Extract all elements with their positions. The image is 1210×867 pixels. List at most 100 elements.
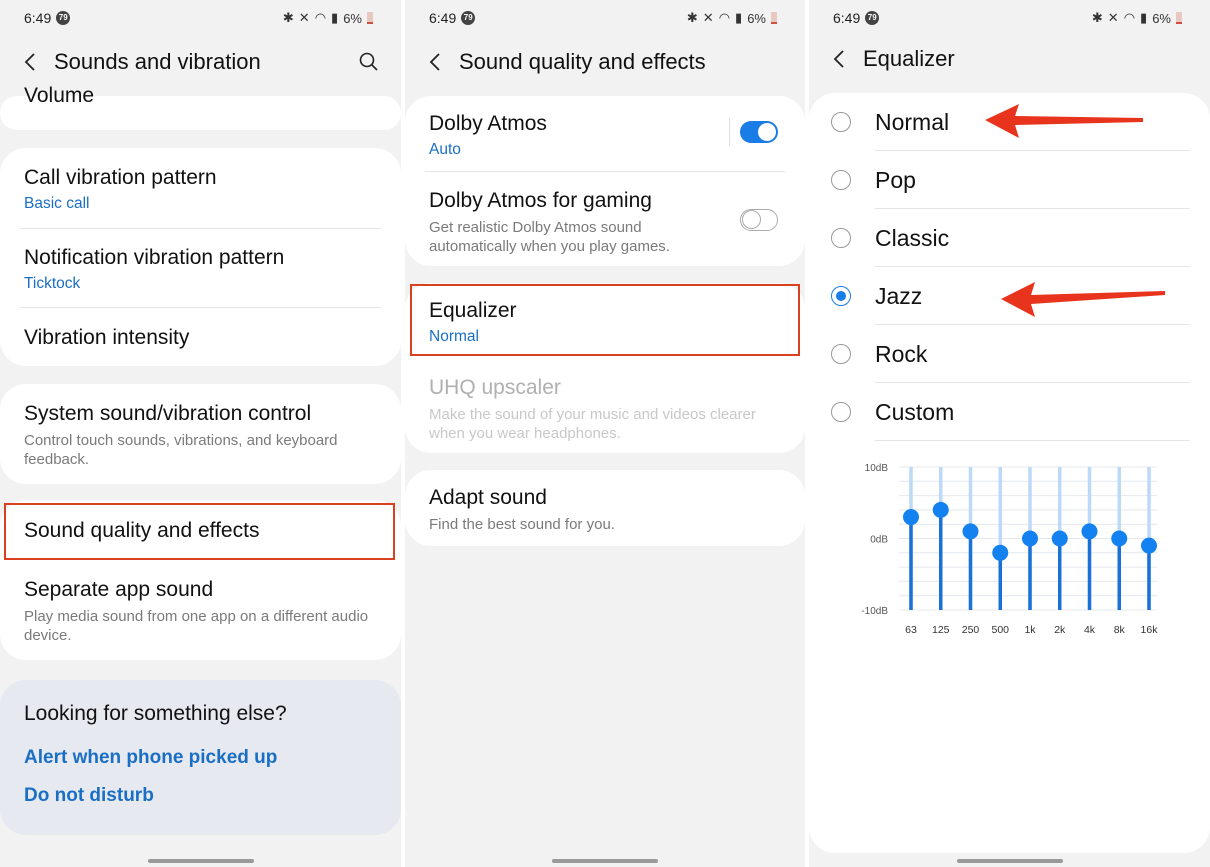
item-title: Separate app sound — [24, 578, 214, 601]
mute-icon: ✕ — [1107, 10, 1119, 25]
radio-button-selected[interactable] — [831, 286, 851, 306]
system-sound-vibration-control-item[interactable]: System sound/vibration control Control t… — [24, 402, 381, 469]
battery-icon — [367, 12, 373, 24]
dolby-atmos-toggle[interactable] — [740, 121, 778, 143]
preset-pop[interactable]: Pop — [809, 151, 1210, 209]
adapt-sound-item[interactable]: Adapt sound Find the best sound for you. — [429, 486, 785, 534]
back-button[interactable] — [425, 52, 445, 72]
suggestions-card: Looking for something else? Alert when p… — [0, 680, 401, 835]
band-handle-125[interactable] — [932, 501, 949, 518]
bluetooth-icon: ✱ — [282, 10, 294, 25]
bluetooth-icon: ✱ — [1091, 10, 1103, 25]
item-title: UHQ upscaler — [429, 376, 561, 399]
band-handle-250[interactable] — [962, 523, 979, 540]
notification-badge: 79 — [865, 11, 880, 25]
toggle-knob — [742, 210, 761, 229]
x-tick-label: 63 — [905, 624, 917, 636]
mute-icon: ✕ — [702, 10, 714, 25]
band-handle-63[interactable] — [903, 509, 919, 526]
band-handle-500[interactable] — [992, 544, 1009, 561]
uhq-upscaler-item: UHQ upscaler Make the sound of your musi… — [429, 376, 785, 443]
app-bar: Sounds and vibration — [20, 42, 381, 82]
battery-percent: 6% — [747, 10, 766, 26]
vibration-card: Call vibration pattern Basic call Notifi… — [0, 148, 401, 366]
back-button[interactable] — [20, 52, 40, 72]
y-tick-label: -10dB — [861, 606, 888, 617]
status-bar: 6:49 79 ✱ ✕ ◠ ▮ 6% — [429, 8, 777, 28]
wifi-icon: ◠ — [1123, 10, 1136, 25]
battery-icon — [1176, 12, 1182, 24]
preset-jazz[interactable]: Jazz — [809, 267, 1210, 325]
preset-custom[interactable]: Custom — [809, 383, 1210, 441]
preset-label: Custom — [875, 398, 955, 425]
status-bar: 6:49 79 ✱ ✕ ◠ ▮ 6% — [833, 8, 1182, 28]
battery-percent: 6% — [343, 10, 362, 26]
x-tick-label: 125 — [932, 624, 950, 636]
x-tick-label: 250 — [962, 624, 980, 636]
item-title: Dolby Atmos — [429, 112, 547, 135]
equalizer-chart: 10dB 0dB -10dB 63 125 250 500 1k 2k 4k 8k 16k — [861, 463, 1159, 636]
item-title: Notification vibration pattern — [24, 246, 285, 269]
home-indicator[interactable] — [147, 859, 254, 863]
x-tick-label: 4k — [1084, 624, 1096, 636]
band-handle-8k[interactable] — [1111, 530, 1128, 547]
home-indicator[interactable] — [956, 859, 1063, 863]
x-tick-label: 8k — [1114, 624, 1126, 636]
separate-app-sound-item[interactable]: Separate app sound Play media sound from… — [24, 578, 381, 645]
wifi-icon: ◠ — [718, 10, 731, 25]
item-title: System sound/vibration control — [24, 402, 312, 425]
wifi-icon: ◠ — [314, 10, 327, 25]
x-tick-label: 1k — [1024, 624, 1036, 636]
band-handle-2k[interactable] — [1051, 530, 1068, 547]
item-description: Find the best sound for you. — [429, 516, 615, 533]
x-tick-label: 2k — [1054, 624, 1066, 636]
item-description: Make the sound of your music and videos … — [429, 406, 756, 442]
band-handle-4k[interactable] — [1081, 523, 1098, 540]
adapt-sound-card: Adapt sound Find the best sound for you. — [405, 470, 805, 546]
home-indicator[interactable] — [552, 859, 658, 863]
page-title: Sounds and vibration — [54, 49, 261, 74]
dolby-atmos-gaming-toggle[interactable] — [740, 209, 778, 231]
x-tick-label: 500 — [991, 624, 1009, 636]
search-icon[interactable] — [357, 50, 381, 74]
radio-button[interactable] — [831, 112, 851, 132]
status-bar: 6:49 79 ✱ ✕ ◠ ▮ 6% — [24, 8, 373, 28]
preset-normal[interactable]: Normal — [809, 93, 1210, 151]
preset-classic[interactable]: Classic — [809, 209, 1210, 267]
status-time: 6:49 — [833, 10, 861, 26]
y-tick-label: 10dB — [865, 463, 889, 474]
dolby-atmos-gaming-item[interactable]: Dolby Atmos for gaming Get realistic Dol… — [429, 189, 725, 256]
notification-vibration-pattern-item[interactable]: Notification vibration pattern Ticktock — [24, 246, 381, 293]
chevron-left-icon — [833, 50, 844, 68]
dolby-card: Dolby Atmos Auto Dolby Atmos for gaming … — [405, 96, 805, 266]
item-description: Play media sound from one app on a diffe… — [24, 608, 369, 644]
radio-button[interactable] — [831, 228, 851, 248]
radio-button[interactable] — [831, 170, 851, 190]
do-not-disturb-link[interactable]: Do not disturb — [24, 785, 154, 807]
sound-quality-and-effects-screen: 6:49 79 ✱ ✕ ◠ ▮ 6% Sound quality and eff… — [405, 0, 805, 867]
band-handle-1k[interactable] — [1022, 530, 1038, 547]
item-title: Adapt sound — [429, 486, 547, 509]
preset-rock[interactable]: Rock — [809, 325, 1210, 383]
battery-percent: 6% — [1152, 10, 1171, 26]
toggle-knob — [757, 122, 777, 142]
preset-label: Classic — [875, 224, 950, 251]
volume-card[interactable]: Volume — [0, 84, 401, 130]
back-button[interactable] — [829, 49, 849, 69]
preset-label: Pop — [875, 166, 916, 193]
signal-icon: ▮ — [1140, 10, 1148, 25]
dolby-atmos-item[interactable]: Dolby Atmos Auto — [429, 112, 725, 159]
radio-button[interactable] — [831, 402, 851, 422]
preset-label: Normal — [875, 108, 950, 135]
volume-label: Volume — [24, 84, 95, 107]
item-value: Auto — [429, 141, 461, 158]
vibration-intensity-item[interactable]: Vibration intensity — [24, 326, 381, 350]
band-handle-16k[interactable] — [1141, 537, 1157, 554]
x-tick-label: 16k — [1141, 624, 1159, 636]
call-vibration-pattern-item[interactable]: Call vibration pattern Basic call — [24, 166, 381, 213]
app-bar: Equalizer — [829, 39, 1190, 79]
divider — [20, 228, 381, 229]
radio-button[interactable] — [831, 344, 851, 364]
page-title: Sound quality and effects — [459, 49, 706, 74]
alert-when-picked-up-link[interactable]: Alert when phone picked up — [24, 747, 277, 769]
